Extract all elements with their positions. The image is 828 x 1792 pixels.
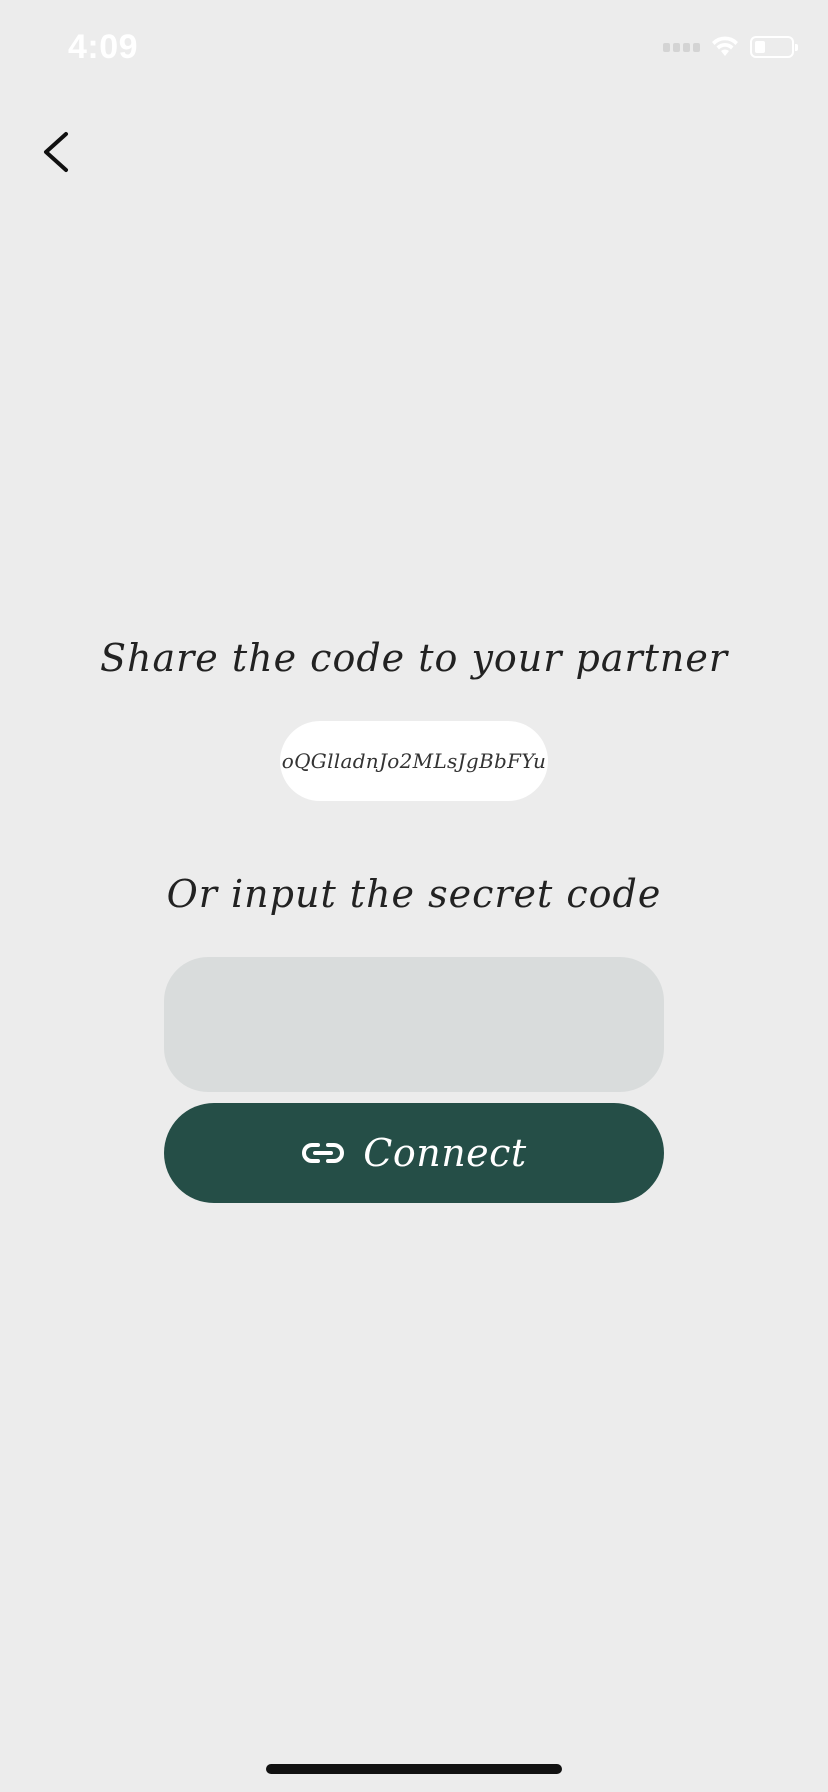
connect-button[interactable]: Connect — [164, 1103, 664, 1203]
chevron-left-icon — [44, 132, 68, 172]
secret-code-input[interactable] — [164, 957, 664, 1092]
back-button[interactable] — [36, 124, 86, 180]
link-icon — [302, 1143, 345, 1163]
wifi-icon — [712, 36, 738, 56]
input-code-title: Or input the secret code — [166, 872, 662, 916]
share-code-value: oQGlladnJo2MLsJgBbFYu — [281, 749, 547, 773]
status-bar: 4:09 — [0, 0, 828, 100]
connect-label: Connect — [363, 1131, 527, 1175]
status-icons — [663, 36, 798, 58]
share-code-title: Share the code to your partner — [99, 636, 729, 680]
share-code-pill[interactable]: oQGlladnJo2MLsJgBbFYu — [280, 721, 548, 801]
battery-icon — [750, 36, 798, 58]
status-time: 4:09 — [68, 28, 139, 66]
signal-icon — [663, 42, 700, 52]
home-indicator — [266, 1764, 562, 1774]
